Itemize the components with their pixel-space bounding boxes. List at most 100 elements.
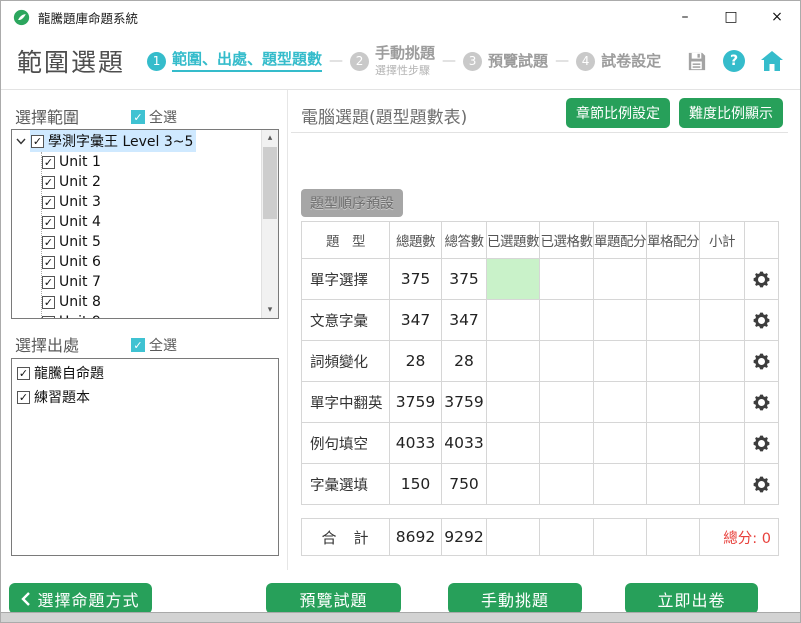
step-3[interactable]: 3 預覽試題 bbox=[463, 52, 548, 71]
points-per-cell-cell[interactable] bbox=[647, 300, 700, 341]
selected-count-cell[interactable] bbox=[487, 259, 540, 300]
tree-item-label[interactable]: Unit 1 bbox=[59, 154, 101, 170]
selected-count-cell[interactable] bbox=[487, 464, 540, 505]
source-item-1[interactable]: ✓ 龍騰自命題 bbox=[12, 361, 278, 385]
selected-count-cell[interactable] bbox=[487, 423, 540, 464]
selected-count-cell[interactable] bbox=[487, 382, 540, 423]
preview-questions-button[interactable]: 預覽試題 bbox=[266, 583, 401, 614]
source-select-all[interactable]: ✓ 全選 bbox=[131, 335, 177, 355]
row-settings[interactable] bbox=[745, 300, 779, 341]
tree-item-unit5[interactable]: ✓ Unit 5 bbox=[12, 232, 261, 252]
tree-item-label[interactable]: Unit 6 bbox=[59, 254, 101, 270]
points-per-cell-cell[interactable] bbox=[647, 423, 700, 464]
selected-cells-cell[interactable] bbox=[540, 300, 594, 341]
tree-item-checkbox[interactable]: ✓ bbox=[42, 216, 55, 229]
gear-icon[interactable] bbox=[751, 392, 772, 413]
row-settings[interactable] bbox=[745, 382, 779, 423]
tree-root-checkbox[interactable]: ✓ bbox=[31, 135, 44, 148]
total-row-table: 合 計 8692 9292 總分: 0 bbox=[301, 518, 779, 556]
range-select-all[interactable]: ✓ 全選 bbox=[131, 107, 177, 127]
source-item-label[interactable]: 練習題本 bbox=[34, 387, 90, 407]
range-select-all-checkbox[interactable]: ✓ bbox=[131, 110, 145, 124]
row-settings[interactable] bbox=[745, 341, 779, 382]
points-per-question-cell[interactable] bbox=[594, 464, 647, 505]
close-icon[interactable]: × bbox=[754, 1, 800, 33]
row-settings[interactable] bbox=[745, 423, 779, 464]
tree-item-label[interactable]: Unit 7 bbox=[59, 274, 101, 290]
chapter-ratio-button[interactable]: 章節比例設定 bbox=[566, 98, 670, 128]
generate-exam-button[interactable]: 立即出卷 bbox=[625, 583, 758, 614]
tree-item-checkbox[interactable]: ✓ bbox=[42, 156, 55, 169]
scroll-down-icon[interactable]: ▾ bbox=[262, 302, 278, 318]
tree-item-unit6[interactable]: ✓ Unit 6 bbox=[12, 252, 261, 272]
step-2[interactable]: 2 手動挑題 選擇性步驟 bbox=[350, 45, 435, 78]
source-item-checkbox[interactable]: ✓ bbox=[17, 367, 30, 380]
tree-item-checkbox[interactable]: ✓ bbox=[42, 196, 55, 209]
scroll-up-icon[interactable]: ▴ bbox=[262, 130, 278, 146]
selected-cells-cell[interactable] bbox=[540, 341, 594, 382]
minimize-icon[interactable]: – bbox=[662, 1, 708, 33]
tree-item-unit2[interactable]: ✓ Unit 2 bbox=[12, 172, 261, 192]
selected-cells-cell[interactable] bbox=[540, 382, 594, 423]
row-type: 文意字彙 bbox=[302, 300, 390, 341]
points-per-cell-cell[interactable] bbox=[647, 341, 700, 382]
tree-item-label[interactable]: Unit 8 bbox=[59, 294, 101, 310]
tree-item-checkbox[interactable]: ✓ bbox=[42, 296, 55, 309]
home-icon[interactable] bbox=[760, 50, 784, 72]
maximize-icon[interactable]: □ bbox=[708, 1, 754, 33]
scrollbar-thumb[interactable] bbox=[263, 147, 277, 219]
selected-count-cell[interactable] bbox=[487, 341, 540, 382]
tree-item-checkbox[interactable]: ✓ bbox=[42, 316, 55, 319]
chevron-down-icon[interactable] bbox=[15, 135, 27, 147]
help-icon[interactable]: ? bbox=[723, 50, 745, 72]
step-1[interactable]: 1 範圍、出處、題型題數 bbox=[147, 51, 322, 72]
tree-item-label[interactable]: Unit 5 bbox=[59, 234, 101, 250]
source-item-label[interactable]: 龍騰自命題 bbox=[34, 363, 104, 383]
source-item-checkbox[interactable]: ✓ bbox=[17, 391, 30, 404]
back-to-method-button[interactable]: 選擇命題方式 bbox=[9, 583, 152, 614]
save-icon[interactable] bbox=[685, 50, 708, 73]
tree-item-unit9[interactable]: ✓ Unit 9 bbox=[12, 312, 261, 318]
manual-pick-button[interactable]: 手動挑題 bbox=[448, 583, 582, 614]
row-settings[interactable] bbox=[745, 464, 779, 505]
tree-item-checkbox[interactable]: ✓ bbox=[42, 176, 55, 189]
step-4[interactable]: 4 試卷設定 bbox=[576, 52, 661, 71]
points-per-cell-cell[interactable] bbox=[647, 259, 700, 300]
tree-item-checkbox[interactable]: ✓ bbox=[42, 236, 55, 249]
gear-icon[interactable] bbox=[751, 474, 772, 495]
tree-item-label[interactable]: Unit 4 bbox=[59, 214, 101, 230]
points-per-question-cell[interactable] bbox=[594, 341, 647, 382]
points-per-question-cell[interactable] bbox=[594, 300, 647, 341]
points-per-question-cell[interactable] bbox=[594, 423, 647, 464]
selected-cells-cell[interactable] bbox=[540, 464, 594, 505]
tree-item-label[interactable]: Unit 3 bbox=[59, 194, 101, 210]
selected-cells-cell[interactable] bbox=[540, 259, 594, 300]
source-select-all-checkbox[interactable]: ✓ bbox=[131, 338, 145, 352]
tree-root-label[interactable]: 學測字彙王 Level 3~5 bbox=[48, 131, 193, 151]
tree-root-row[interactable]: ✓ 學測字彙王 Level 3~5 bbox=[12, 130, 261, 152]
tree-item-label[interactable]: Unit 2 bbox=[59, 174, 101, 190]
points-per-question-cell[interactable] bbox=[594, 259, 647, 300]
difficulty-ratio-button[interactable]: 難度比例顯示 bbox=[679, 98, 783, 128]
tree-item-unit1[interactable]: ✓ Unit 1 bbox=[12, 152, 261, 172]
gear-icon[interactable] bbox=[751, 351, 772, 372]
selected-cells-cell[interactable] bbox=[540, 423, 594, 464]
tree-item-unit3[interactable]: ✓ Unit 3 bbox=[12, 192, 261, 212]
points-per-cell-cell[interactable] bbox=[647, 382, 700, 423]
gear-icon[interactable] bbox=[751, 433, 772, 454]
tree-item-unit7[interactable]: ✓ Unit 7 bbox=[12, 272, 261, 292]
points-per-question-cell[interactable] bbox=[594, 382, 647, 423]
points-per-cell-cell[interactable] bbox=[647, 464, 700, 505]
gear-icon[interactable] bbox=[751, 269, 772, 290]
tree-item-unit8[interactable]: ✓ Unit 8 bbox=[12, 292, 261, 312]
selected-count-cell[interactable] bbox=[487, 300, 540, 341]
gear-icon[interactable] bbox=[751, 310, 772, 331]
tree-item-checkbox[interactable]: ✓ bbox=[42, 276, 55, 289]
row-settings[interactable] bbox=[745, 259, 779, 300]
tree-item-unit4[interactable]: ✓ Unit 4 bbox=[12, 212, 261, 232]
question-order-default-button[interactable]: 題型順序預設 bbox=[301, 189, 403, 217]
tree-item-checkbox[interactable]: ✓ bbox=[42, 256, 55, 269]
tree-item-label[interactable]: Unit 9 bbox=[59, 314, 101, 318]
tree-scrollbar[interactable]: ▴ ▾ bbox=[261, 130, 278, 318]
source-item-2[interactable]: ✓ 練習題本 bbox=[12, 385, 278, 409]
